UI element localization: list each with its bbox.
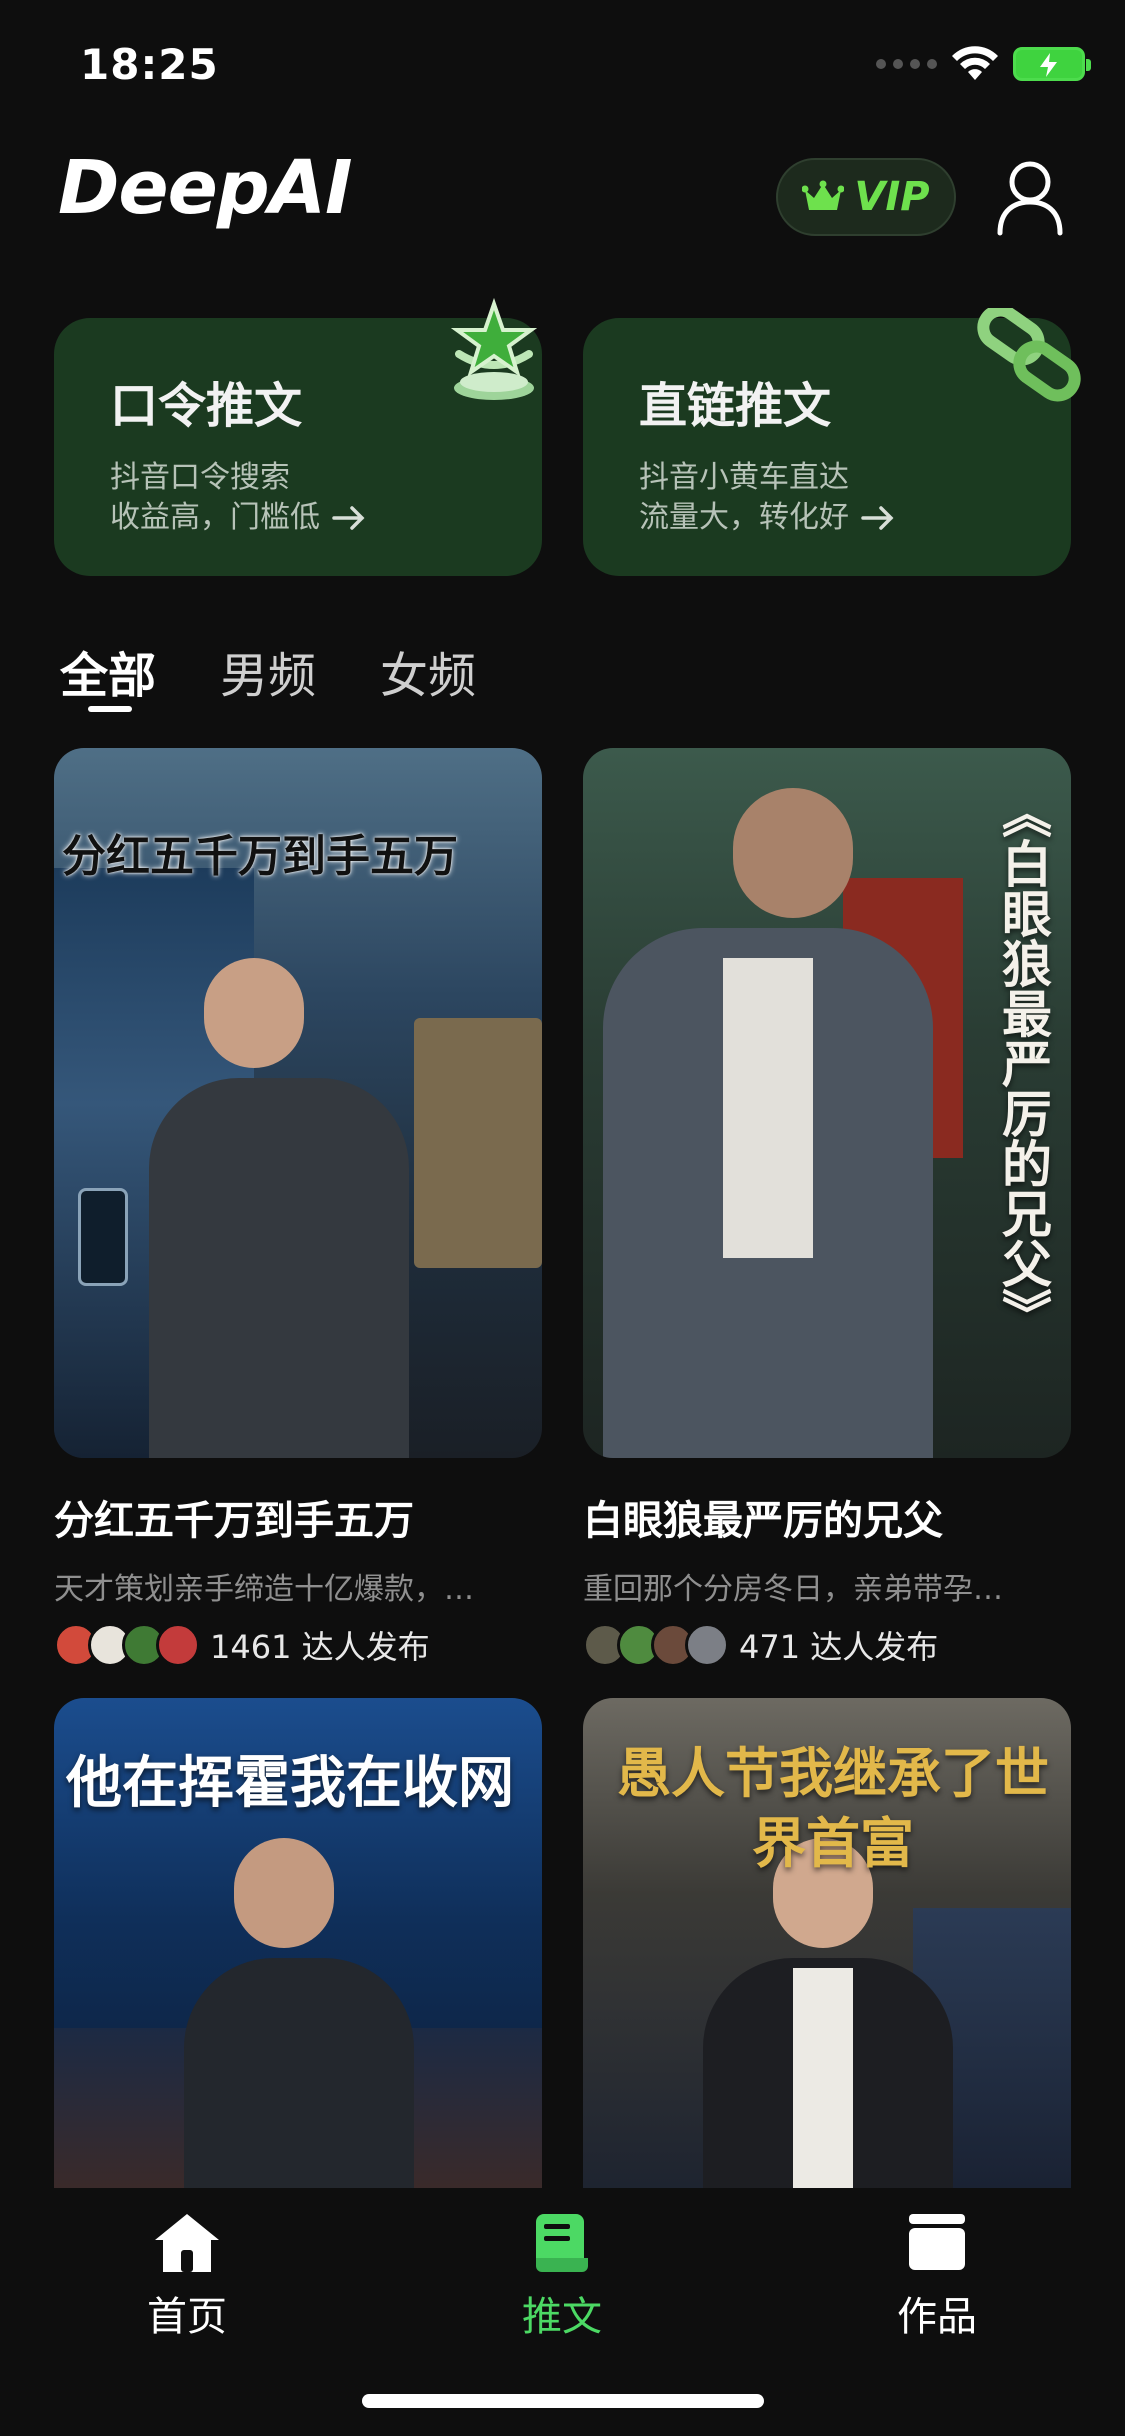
- wifi-icon: [952, 46, 998, 80]
- promo-card-direct-link[interactable]: 直链推文 抖音小黄车直达 流量大，转化好: [583, 308, 1081, 576]
- cover-image: 《白眼狼最严厉的兄父》: [583, 748, 1071, 1458]
- card-description: 重回那个分房冬日，亲弟带孕…: [583, 1572, 1003, 1607]
- promo-subtitle: 抖音小黄车直达: [639, 460, 849, 495]
- status-time: 18:25: [80, 40, 219, 89]
- promo-tagline: 流量大，转化好: [639, 500, 849, 535]
- cover-image: 他在挥霍我在收网: [54, 1698, 542, 2188]
- promo-title: 直链推文: [639, 378, 832, 434]
- crown-icon: [802, 180, 845, 210]
- publish-count: 1461 达人发布: [210, 1628, 430, 1666]
- tab-label: 全部: [60, 648, 157, 704]
- profile-button[interactable]: [995, 158, 1065, 236]
- nav-label: 首页: [147, 2294, 227, 2340]
- works-icon: [909, 2214, 965, 2270]
- tab-active-indicator: [88, 706, 132, 712]
- promo-subtitle-2: 收益高，门槛低: [110, 498, 366, 538]
- tab-all[interactable]: 全部: [60, 636, 157, 712]
- vip-label: VIP: [854, 174, 930, 220]
- card-meta: 1461 达人发布: [54, 1622, 542, 1668]
- figure-shirt: [793, 1968, 853, 2188]
- publish-count: 471 达人发布: [739, 1628, 939, 1666]
- figure-head: [234, 1838, 334, 1948]
- cover-image: 愚人节我继承了世界首富: [583, 1698, 1071, 2188]
- nav-works[interactable]: 作品: [837, 2210, 1037, 2342]
- content-card[interactable]: 分红五千万到手五万 分红五千万到手五万 天才策划亲手缔造十亿爆款，… 1461 …: [54, 748, 542, 1668]
- nav-label: 推文: [522, 2294, 602, 2340]
- app-logo: DeepAI: [58, 145, 353, 231]
- signal-icon: [876, 59, 937, 69]
- promo-tagline: 收益高，门槛低: [110, 500, 320, 535]
- home-indicator[interactable]: [362, 2394, 764, 2408]
- tab-male[interactable]: 男频: [220, 636, 316, 706]
- figure-suit: [149, 1078, 409, 1458]
- phone-prop: [78, 1188, 128, 1286]
- card-title: 分红五千万到手五万: [54, 1498, 414, 1544]
- promo-card-command[interactable]: 口令推文 抖音口令搜索 收益高，门槛低: [54, 297, 542, 576]
- cover-title: 分红五千万到手五万: [62, 831, 458, 882]
- star-trophy-icon: [450, 297, 538, 400]
- avatar: [156, 1623, 200, 1667]
- home-icon: [155, 2214, 219, 2272]
- vip-button[interactable]: VIP: [776, 158, 956, 236]
- scroll-icon: [536, 2214, 588, 2272]
- content-card[interactable]: 他在挥霍我在收网: [54, 1698, 542, 2188]
- avatar-group: [583, 1623, 729, 1667]
- figure-head: [733, 788, 853, 918]
- content-card[interactable]: 《白眼狼最严厉的兄父》 白眼狼最严厉的兄父 重回那个分房冬日，亲弟带孕… 471…: [583, 748, 1071, 1668]
- status-icons: [876, 46, 1091, 82]
- battery-icon: [1013, 47, 1091, 81]
- category-tabs: 全部 男频 女频: [60, 636, 476, 712]
- cover-title: 《白眼狼最严厉的兄父》: [994, 788, 1053, 1338]
- cover-image: 分红五千万到手五万: [54, 748, 542, 1458]
- lit-display-case: [414, 1018, 542, 1268]
- cover-title: 愚人节我继承了世界首富: [617, 1741, 1049, 1875]
- card-title: 白眼狼最严厉的兄父: [583, 1498, 943, 1544]
- card-meta: 471 达人发布: [583, 1622, 1071, 1668]
- avatar-group: [54, 1623, 200, 1667]
- arrow-right-icon: [332, 506, 365, 530]
- figure-shirt: [723, 958, 813, 1258]
- figure-suit: [184, 1958, 414, 2188]
- avatar: [685, 1623, 729, 1667]
- user-icon: [997, 161, 1063, 236]
- figure-head: [204, 958, 304, 1068]
- promo-subtitle-2: 流量大，转化好: [639, 498, 895, 538]
- nav-home[interactable]: 首页: [87, 2210, 287, 2342]
- tab-female[interactable]: 女频: [380, 636, 476, 706]
- promo-title: 口令推文: [110, 378, 303, 434]
- card-description: 天才策划亲手缔造十亿爆款，…: [54, 1572, 474, 1607]
- promo-subtitle: 抖音口令搜索: [110, 460, 290, 495]
- cover-title: 他在挥霍我在收网: [66, 1750, 514, 1816]
- link-icon: [977, 308, 1081, 402]
- content-card[interactable]: 愚人节我继承了世界首富: [583, 1698, 1071, 2188]
- arrow-right-icon: [861, 506, 894, 530]
- nav-label: 作品: [897, 2294, 977, 2340]
- nav-posts[interactable]: 推文: [462, 2210, 662, 2342]
